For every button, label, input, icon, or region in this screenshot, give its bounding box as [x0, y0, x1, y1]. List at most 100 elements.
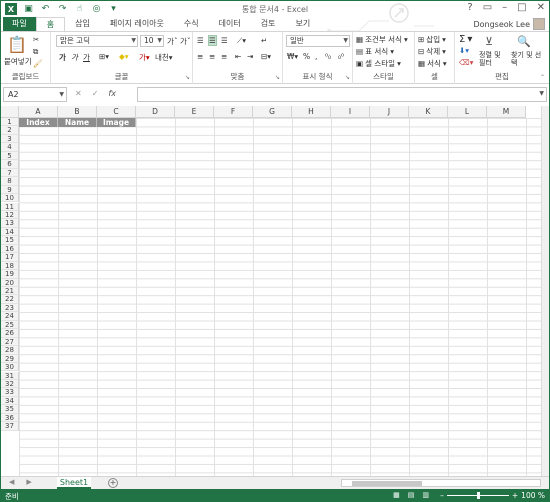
fill-down-icon[interactable]: ⬇▾	[459, 46, 469, 55]
merge-center-icon[interactable]: ⊟▾	[261, 52, 271, 61]
align-middle-icon[interactable]: ☰	[208, 35, 217, 46]
conditional-format-button[interactable]: ▦ 조건부 서식 ▾	[356, 34, 408, 45]
row-header[interactable]: 27	[1, 337, 19, 347]
sort-filter-button[interactable]: 정렬 및 필터	[479, 51, 509, 67]
column-header[interactable]: H	[292, 106, 331, 118]
row-header[interactable]: 18	[1, 261, 19, 271]
align-center-icon[interactable]: ≡	[209, 52, 215, 61]
font-color-icon[interactable]: 가▾	[139, 52, 150, 63]
shrink-font-icon[interactable]: 가ˇ	[180, 36, 191, 47]
cancel-icon[interactable]: ✕	[75, 89, 82, 98]
ribbon-display-button[interactable]: ▭	[483, 2, 492, 13]
tab-view[interactable]: 보기	[285, 17, 320, 31]
increase-decimal-icon[interactable]: ⁰₀	[325, 52, 331, 61]
user-account[interactable]: Dongseok Lee	[473, 18, 545, 30]
column-header[interactable]: F	[214, 106, 253, 118]
select-all-corner[interactable]	[1, 106, 19, 118]
row-header[interactable]: 34	[1, 396, 19, 406]
row-header[interactable]: 7	[1, 168, 19, 178]
bold-icon[interactable]: 가	[59, 52, 66, 63]
row-header[interactable]: 1	[1, 118, 19, 127]
italic-icon[interactable]: 가	[71, 52, 78, 63]
dialog-launcher-icon[interactable]: ↘	[345, 74, 350, 81]
row-header[interactable]: 19	[1, 270, 19, 279]
copy-icon[interactable]: ⧉	[33, 47, 38, 57]
row-header[interactable]: 28	[1, 346, 19, 355]
column-header[interactable]: B	[58, 106, 97, 118]
row-header[interactable]: 25	[1, 320, 19, 330]
row-header[interactable]: 6	[1, 160, 19, 169]
cut-icon[interactable]: ✂	[33, 35, 39, 44]
tab-data[interactable]: 데이터	[209, 17, 251, 31]
maximize-button[interactable]: □	[517, 2, 526, 13]
row-header[interactable]: 30	[1, 363, 19, 372]
scroll-thumb[interactable]	[352, 481, 422, 486]
insert-cells-button[interactable]: ⊞ 삽입 ▾	[418, 34, 446, 45]
fill-color-icon[interactable]: ◆▾	[119, 52, 129, 61]
align-right-icon[interactable]: ≡	[221, 52, 227, 61]
column-header[interactable]: I	[331, 106, 370, 118]
header-cell[interactable]: Name	[58, 118, 97, 127]
row-header[interactable]: 5	[1, 151, 19, 161]
cell-area[interactable]	[19, 118, 549, 476]
name-box[interactable]: A2 ▼	[3, 87, 67, 102]
border-icon[interactable]: ⊞▾	[99, 52, 109, 61]
currency-icon[interactable]: ₩▾	[287, 52, 298, 61]
sheet-tab[interactable]: Sheet1	[57, 477, 91, 489]
tab-home[interactable]: 홈	[35, 17, 66, 31]
sort-filter-icon[interactable]: ⊻	[485, 35, 493, 48]
next-sheet-icon[interactable]: ▶	[26, 478, 31, 486]
worksheet-grid[interactable]: A B C D E F G H I J K L M 1 2 3 4 5 6 7 8 9 10 11 12 13 14 15 16 17 18…	[1, 106, 549, 476]
row-header[interactable]: 2	[1, 126, 19, 135]
row-header[interactable]: 4	[1, 143, 19, 152]
column-header[interactable]: K	[409, 106, 448, 118]
column-header[interactable]: A	[19, 106, 58, 118]
number-format-select[interactable]: 일반 ▼	[286, 35, 350, 47]
format-painter-icon[interactable]: 🖌	[33, 59, 43, 68]
row-header[interactable]: 26	[1, 329, 19, 338]
row-header[interactable]: 24	[1, 312, 19, 321]
clear-icon[interactable]: ⌫▾	[459, 58, 473, 67]
row-header[interactable]: 21	[1, 287, 19, 296]
tab-file[interactable]: 파일	[3, 17, 36, 31]
column-header[interactable]: G	[253, 106, 292, 118]
align-left-icon[interactable]: ≡	[197, 52, 203, 61]
help-button[interactable]: ?	[467, 2, 472, 13]
dialog-launcher-icon[interactable]: ↘	[185, 74, 190, 81]
cell-styles-button[interactable]: ▣ 셀 스타일 ▾	[356, 58, 401, 69]
row-header[interactable]: 32	[1, 379, 19, 389]
tab-page-layout[interactable]: 페이지 레이아웃	[100, 17, 174, 31]
row-header[interactable]: 14	[1, 227, 19, 237]
row-header[interactable]: 22	[1, 295, 19, 304]
close-button[interactable]: ✕	[537, 2, 545, 13]
row-header[interactable]: 3	[1, 134, 19, 144]
zoom-slider[interactable]	[446, 492, 509, 499]
paste-icon[interactable]: 📋	[7, 35, 27, 54]
tab-insert[interactable]: 삽입	[65, 17, 100, 31]
underline-icon[interactable]: 가	[83, 52, 90, 63]
prev-sheet-icon[interactable]: ◀	[9, 478, 14, 486]
format-cells-button[interactable]: ▦ 서식 ▾	[418, 58, 447, 69]
zoom-in-icon[interactable]: +	[512, 491, 518, 500]
delete-cells-button[interactable]: ⊟ 삭제 ▾	[418, 46, 446, 57]
find-select-button[interactable]: 찾기 및 선택	[511, 51, 543, 67]
row-header[interactable]: 9	[1, 185, 19, 195]
percent-button[interactable]: %	[303, 52, 310, 61]
header-cell[interactable]: Index	[19, 118, 58, 127]
zoom-slider-knob[interactable]	[476, 492, 480, 499]
column-header[interactable]: M	[487, 106, 526, 118]
row-header[interactable]: 13	[1, 219, 19, 228]
row-header[interactable]: 35	[1, 405, 19, 414]
normal-view-icon[interactable]: ▦	[393, 491, 400, 499]
formula-input[interactable]: ▼	[137, 87, 547, 102]
row-header[interactable]: 17	[1, 253, 19, 262]
row-header[interactable]: 37	[1, 422, 19, 431]
grow-font-icon[interactable]: 가ˆ	[167, 36, 178, 47]
row-header[interactable]: 29	[1, 354, 19, 364]
tab-review[interactable]: 검토	[251, 17, 286, 31]
wrap-text-icon[interactable]: ↵	[261, 36, 267, 45]
row-header[interactable]: 20	[1, 278, 19, 287]
vertical-scrollbar[interactable]	[541, 106, 549, 476]
column-header[interactable]: L	[448, 106, 487, 118]
page-break-view-icon[interactable]: ▥	[422, 491, 429, 499]
